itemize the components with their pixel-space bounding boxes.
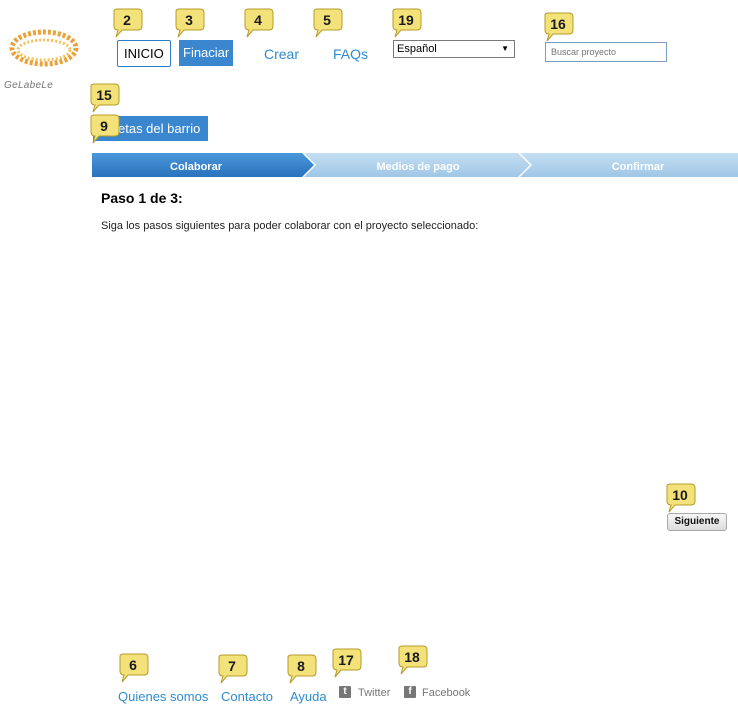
- callout-badge: 17: [329, 648, 363, 678]
- language-select-value: Español: [397, 43, 437, 55]
- language-select[interactable]: Español ▼: [393, 40, 515, 58]
- callout-badge: 4: [241, 8, 275, 38]
- callout-number: 17: [338, 652, 354, 668]
- step-heading: Paso 1 de 3:: [101, 190, 183, 206]
- callout-badge: 15: [87, 83, 121, 113]
- callout-badge: 5: [310, 8, 344, 38]
- callout-number: 3: [185, 12, 193, 28]
- callout-badge: 9: [87, 114, 121, 144]
- callout-number: 10: [672, 487, 688, 503]
- step-3-label: Confirmar: [612, 161, 665, 173]
- footer-contact-link[interactable]: Contacto: [221, 689, 273, 704]
- nav-home-button[interactable]: INICIO: [117, 40, 171, 67]
- callout-number: 2: [123, 12, 131, 28]
- next-button[interactable]: Siguiente: [667, 513, 727, 531]
- facebook-label: Facebook: [422, 687, 471, 699]
- callout-number: 6: [129, 657, 137, 673]
- callout-badge: 16: [541, 12, 575, 42]
- callout-number: 19: [398, 12, 414, 28]
- callout-badge: 6: [116, 653, 150, 683]
- callout-badge: 19: [389, 8, 423, 38]
- logo-ring-icon: [9, 29, 79, 67]
- chevron-down-icon: ▼: [501, 44, 509, 53]
- logo-text: GeLabeLe: [4, 80, 54, 91]
- nav-faqs-link[interactable]: FAQs: [333, 46, 368, 62]
- twitter-icon: t: [339, 686, 351, 698]
- callout-number: 18: [404, 649, 420, 665]
- footer-help-link[interactable]: Ayuda: [290, 689, 327, 704]
- step-1-label: Colaborar: [170, 161, 223, 173]
- callout-number: 4: [254, 12, 262, 28]
- callout-number: 9: [100, 118, 108, 134]
- callout-badge: 7: [215, 654, 249, 684]
- nav-finance-button[interactable]: Finaciar: [179, 40, 234, 66]
- step-description: Siga los pasos siguientes para poder col…: [101, 220, 479, 232]
- twitter-label: Twitter: [358, 687, 391, 699]
- callout-number: 7: [228, 658, 236, 674]
- callout-badge: 2: [110, 8, 144, 38]
- callout-number: 8: [297, 658, 305, 674]
- logo[interactable]: [6, 22, 82, 72]
- search-input[interactable]: [545, 42, 667, 62]
- callout-number: 15: [96, 87, 112, 103]
- callout-badge: 10: [663, 483, 697, 513]
- project-title: etas del barrio: [118, 121, 201, 136]
- progress-steps: Colaborar Medios de pago Confirmar: [92, 153, 738, 177]
- callout-badge: 3: [172, 8, 206, 38]
- facebook-icon: f: [404, 686, 416, 698]
- callout-number: 16: [550, 16, 566, 32]
- callout-badge: 18: [395, 645, 429, 675]
- step-2-label: Medios de pago: [376, 161, 459, 173]
- callout-badge: 8: [284, 654, 318, 684]
- footer-about-link[interactable]: Quienes somos: [118, 689, 208, 704]
- callout-number: 5: [323, 12, 331, 28]
- nav-create-link[interactable]: Crear: [264, 46, 299, 62]
